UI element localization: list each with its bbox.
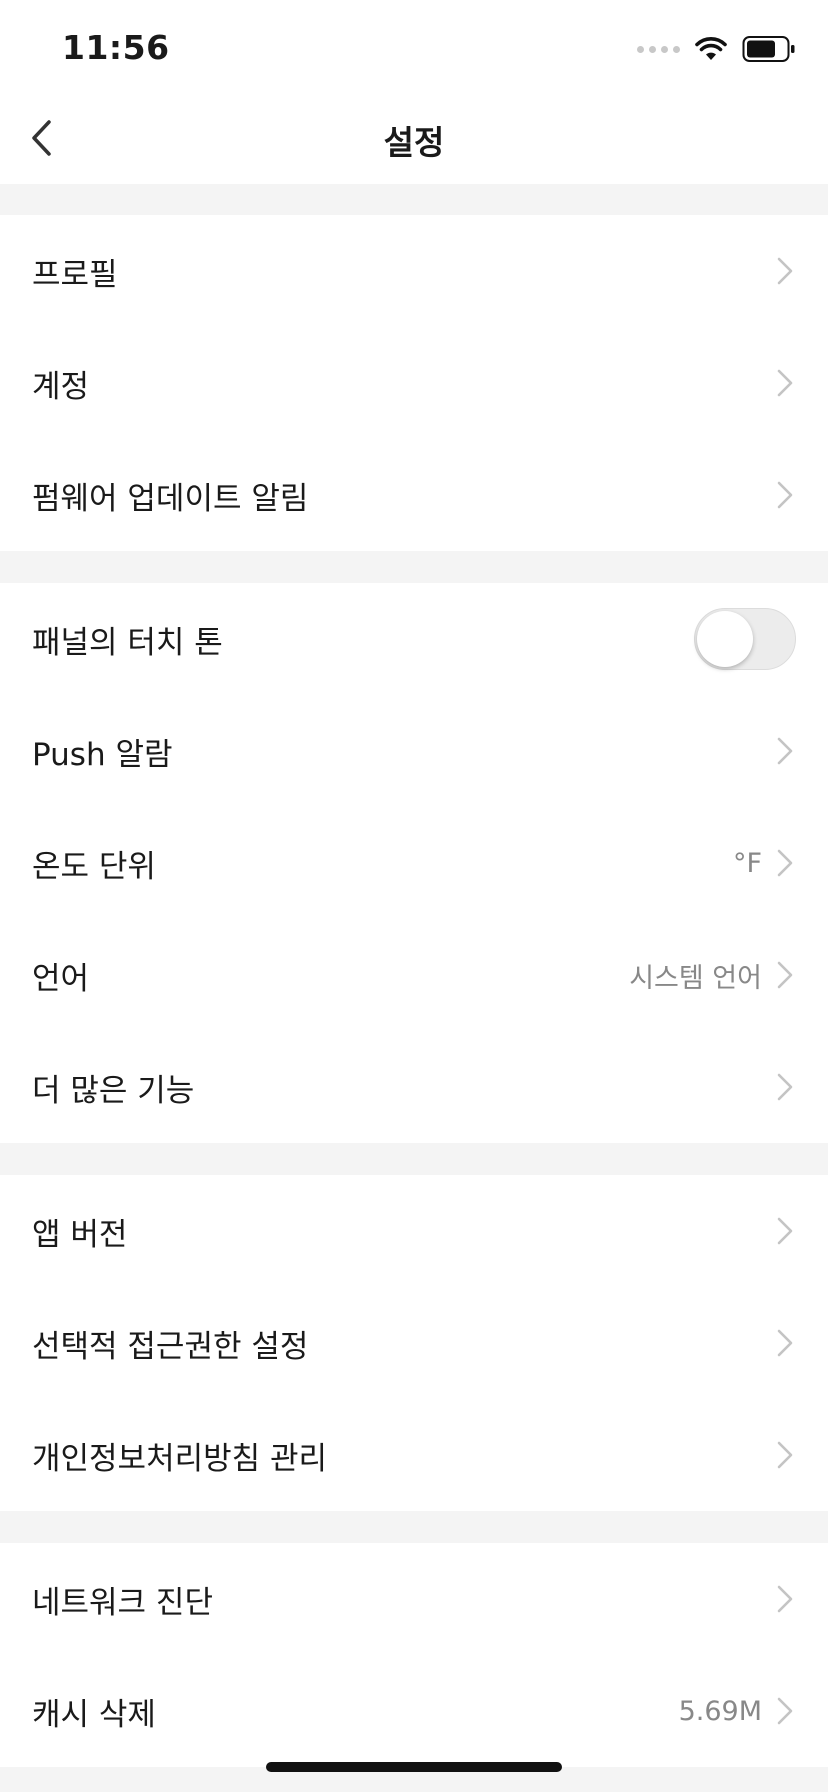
settings-group-account: 프로필 계정 펌웨어 업데이트 알림 — [0, 215, 828, 551]
settings-item-label: 앱 버전 — [32, 1216, 128, 1253]
chevron-right-icon — [777, 849, 793, 877]
chevron-right-icon — [777, 1217, 793, 1245]
chevron-right-icon — [777, 1441, 793, 1469]
chevron-right-icon — [777, 369, 793, 397]
navigation-bar: 설정 — [0, 92, 828, 184]
chevron-right-icon — [777, 481, 793, 509]
settings-group-maintenance: 네트워크 진단 캐시 삭제 5.69M — [0, 1543, 828, 1767]
toggle-knob — [697, 611, 753, 667]
chevron-right-icon — [777, 737, 793, 765]
settings-item-touch-tone: 패널의 터치 톤 — [0, 583, 828, 695]
settings-item-label: 언어 — [32, 960, 90, 997]
settings-item-label: Push 알람 — [32, 736, 173, 773]
settings-item-temperature-unit[interactable]: 온도 단위 °F — [0, 807, 828, 919]
settings-item-label: 펌웨어 업데이트 알림 — [32, 480, 309, 517]
settings-item-more-features[interactable]: 더 많은 기능 — [0, 1031, 828, 1143]
status-bar: 11:56 — [0, 0, 828, 92]
wifi-icon — [695, 37, 727, 60]
settings-item-network-diagnosis[interactable]: 네트워크 진단 — [0, 1543, 828, 1655]
chevron-right-icon — [777, 1073, 793, 1101]
home-indicator — [266, 1762, 562, 1772]
settings-item-label: 계정 — [32, 368, 90, 405]
settings-item-label: 온도 단위 — [32, 848, 156, 885]
battery-icon — [742, 36, 795, 62]
settings-item-label: 프로필 — [32, 256, 118, 293]
status-indicators — [637, 34, 796, 64]
settings-item-clear-cache[interactable]: 캐시 삭제 5.69M — [0, 1655, 828, 1767]
settings-item-account[interactable]: 계정 — [0, 327, 828, 439]
settings-group-preferences: 패널의 터치 톤 Push 알람 온도 단위 °F 언어 시스템 언어 더 많은… — [0, 583, 828, 1143]
settings-item-optional-permissions[interactable]: 선택적 접근권한 설정 — [0, 1287, 828, 1399]
settings-item-firmware-update[interactable]: 펌웨어 업데이트 알림 — [0, 439, 828, 551]
chevron-right-icon — [777, 961, 793, 989]
settings-item-profile[interactable]: 프로필 — [0, 215, 828, 327]
language-value: 시스템 언어 — [629, 962, 762, 994]
settings-item-push-alarm[interactable]: Push 알람 — [0, 695, 828, 807]
settings-group-app-info: 앱 버전 선택적 접근권한 설정 개인정보처리방침 관리 — [0, 1175, 828, 1511]
settings-item-label: 패널의 터치 톤 — [32, 624, 223, 661]
settings-item-language[interactable]: 언어 시스템 언어 — [0, 919, 828, 1031]
settings-item-privacy-policy[interactable]: 개인정보처리방침 관리 — [0, 1399, 828, 1511]
chevron-right-icon — [777, 1697, 793, 1725]
settings-item-label: 선택적 접근권한 설정 — [32, 1328, 309, 1365]
temperature-unit-value: °F — [732, 847, 762, 879]
page-title: 설정 — [383, 123, 445, 162]
settings-item-label: 캐시 삭제 — [32, 1696, 156, 1733]
cellular-signal-icon — [637, 45, 680, 53]
status-time: 11:56 — [62, 28, 170, 67]
settings-item-app-version[interactable]: 앱 버전 — [0, 1175, 828, 1287]
settings-screen: 11:56 설정 프로필 계정 펌웨어 업데이트 알림 패널의 터치 톤 Pus… — [0, 0, 828, 1792]
settings-item-label: 개인정보처리방침 관리 — [32, 1440, 328, 1477]
touch-tone-toggle[interactable] — [694, 608, 796, 670]
cache-size-value: 5.69M — [678, 1695, 762, 1727]
settings-item-label: 네트워크 진단 — [32, 1584, 213, 1621]
chevron-right-icon — [777, 1329, 793, 1357]
chevron-right-icon — [777, 257, 793, 285]
chevron-right-icon — [777, 1585, 793, 1613]
settings-item-label: 더 많은 기능 — [32, 1072, 195, 1109]
